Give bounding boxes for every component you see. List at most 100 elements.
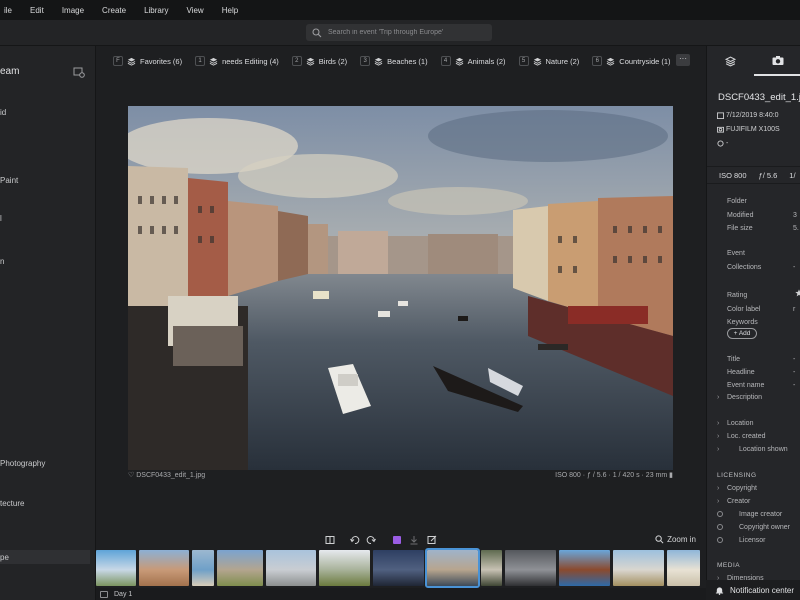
- menu-help[interactable]: Help: [213, 6, 247, 15]
- metadata-value[interactable]: -: [793, 382, 795, 389]
- creator-field[interactable]: Creator: [727, 498, 750, 505]
- search-input[interactable]: [328, 29, 488, 36]
- filmstrip-thumbnail[interactable]: [373, 550, 424, 586]
- download-icon[interactable]: [409, 535, 419, 545]
- category-label: Birds (2): [318, 56, 348, 66]
- category-needs-editing[interactable]: 1 needs Editing (4): [195, 56, 279, 66]
- category-countryside[interactable]: 6 Countryside (1): [592, 56, 671, 66]
- lens-info: -: [717, 140, 729, 147]
- location-field[interactable]: Location: [727, 420, 753, 427]
- category-beaches[interactable]: 3 Beaches (1): [360, 56, 428, 66]
- filmstrip-thumbnail[interactable]: [96, 550, 136, 586]
- lens-icon: [717, 140, 724, 147]
- sidebar-item[interactable]: tecture: [0, 499, 24, 508]
- metadata-value[interactable]: -: [793, 264, 795, 271]
- filmstrip-thumbnail[interactable]: [192, 550, 214, 586]
- color-label-icon[interactable]: [392, 535, 402, 545]
- stack-icon: [606, 57, 615, 66]
- photo-exif: ISO 800 · ƒ / 5.6 · 1 / 420 s · 23 mm ▮: [555, 472, 673, 479]
- chevron-right-icon[interactable]: ›: [717, 498, 719, 505]
- menu-edit[interactable]: Edit: [21, 6, 53, 15]
- search-toolbar: [0, 20, 800, 46]
- radio-icon[interactable]: [717, 524, 723, 530]
- filmstrip-thumbnail-active[interactable]: [425, 548, 480, 588]
- menu-image[interactable]: Image: [53, 6, 93, 15]
- camera-model: FUJIFILM X100S: [717, 126, 780, 133]
- copyright-field[interactable]: Copyright: [727, 485, 757, 492]
- filmstrip-thumbnail[interactable]: [481, 550, 502, 586]
- metadata-value[interactable]: r: [793, 306, 795, 313]
- radio-icon[interactable]: [717, 537, 723, 543]
- tab-info[interactable]: [754, 46, 800, 76]
- filmstrip-thumbnail[interactable]: [319, 550, 370, 586]
- metadata-label: Title: [727, 356, 740, 363]
- filmstrip: [96, 548, 706, 588]
- category-nature[interactable]: 5 Nature (2): [518, 56, 579, 66]
- menu-library[interactable]: Library: [135, 6, 177, 15]
- day-label: Day 1: [114, 590, 133, 598]
- add-keyword-button[interactable]: + Add: [727, 328, 757, 339]
- main-photo[interactable]: [128, 106, 673, 470]
- shortcut-key: 3: [360, 56, 371, 66]
- radio-icon[interactable]: [717, 511, 723, 517]
- menu-view[interactable]: View: [178, 6, 213, 15]
- chevron-right-icon[interactable]: ›: [717, 446, 719, 453]
- image-creator-field[interactable]: Image creator: [739, 511, 782, 518]
- filmstrip-thumbnail[interactable]: [266, 550, 316, 586]
- notification-center-button[interactable]: Notification center: [706, 580, 800, 600]
- chevron-right-icon[interactable]: ›: [717, 433, 719, 440]
- sidebar-item[interactable]: l: [0, 214, 2, 223]
- copyright-owner-field[interactable]: Copyright owner: [739, 524, 790, 531]
- description-field[interactable]: Description: [727, 394, 762, 401]
- sidebar-item[interactable]: Paint: [0, 176, 18, 185]
- tab-layers[interactable]: [707, 46, 754, 76]
- filmstrip-thumbnail[interactable]: [217, 550, 263, 586]
- menu-file[interactable]: ile: [0, 6, 21, 15]
- rotate-left-icon[interactable]: [350, 535, 360, 545]
- menu-create[interactable]: Create: [93, 6, 135, 15]
- category-label: Favorites (6): [140, 56, 183, 66]
- sidebar-item[interactable]: n: [0, 257, 4, 266]
- metadata-label: Event name: [727, 382, 765, 389]
- stack-icon: [374, 57, 383, 66]
- zoom-in-button[interactable]: Zoom in: [655, 535, 696, 544]
- licensor-field[interactable]: Licensor: [739, 537, 765, 544]
- camera-icon: [717, 126, 724, 133]
- edit-icon[interactable]: [427, 535, 437, 545]
- filmstrip-thumbnail[interactable]: [667, 550, 700, 586]
- filmstrip-thumbnail[interactable]: [139, 550, 189, 586]
- location-created-field[interactable]: Loc. created: [727, 433, 766, 440]
- notification-label: Notification center: [730, 585, 795, 595]
- chevron-right-icon[interactable]: ›: [717, 485, 719, 492]
- iso-value: ISO 800: [719, 170, 747, 180]
- metadata-value[interactable]: -: [793, 369, 795, 376]
- media-section-title: MEDIA: [717, 562, 741, 569]
- filmstrip-thumbnail[interactable]: [559, 550, 610, 586]
- category-birds[interactable]: 2 Birds (2): [291, 56, 348, 66]
- compare-icon[interactable]: [325, 535, 335, 545]
- filmstrip-thumbnail[interactable]: [505, 550, 556, 586]
- metadata-value[interactable]: 3: [793, 212, 797, 219]
- chevron-right-icon[interactable]: ›: [717, 394, 719, 401]
- category-animals[interactable]: 4 Animals (2): [440, 56, 506, 66]
- rotate-right-icon[interactable]: [366, 535, 376, 545]
- search-box[interactable]: [306, 24, 492, 41]
- stack-icon: [209, 57, 218, 66]
- sidebar-item[interactable]: Photography: [0, 459, 45, 468]
- category-favorites[interactable]: F Favorites (6): [113, 56, 182, 66]
- sidebar-item[interactable]: id: [0, 108, 6, 117]
- sidebar-item-selected[interactable]: pe: [0, 553, 9, 562]
- metadata-value[interactable]: -: [793, 356, 795, 363]
- location-shown-field[interactable]: Location shown: [739, 446, 788, 453]
- filmstrip-thumbnail[interactable]: [613, 550, 664, 586]
- stack-icon: [725, 55, 736, 67]
- star-icon[interactable]: [795, 289, 800, 297]
- shutter-value: 1/: [789, 170, 796, 180]
- lens-text: -: [726, 140, 729, 147]
- gear-icon[interactable]: [73, 66, 85, 78]
- more-categories-button[interactable]: ···: [676, 54, 690, 66]
- metadata-value[interactable]: 5.: [793, 225, 799, 232]
- bell-icon: [715, 586, 724, 595]
- chevron-right-icon[interactable]: ›: [717, 420, 719, 427]
- stack-icon: [306, 57, 315, 66]
